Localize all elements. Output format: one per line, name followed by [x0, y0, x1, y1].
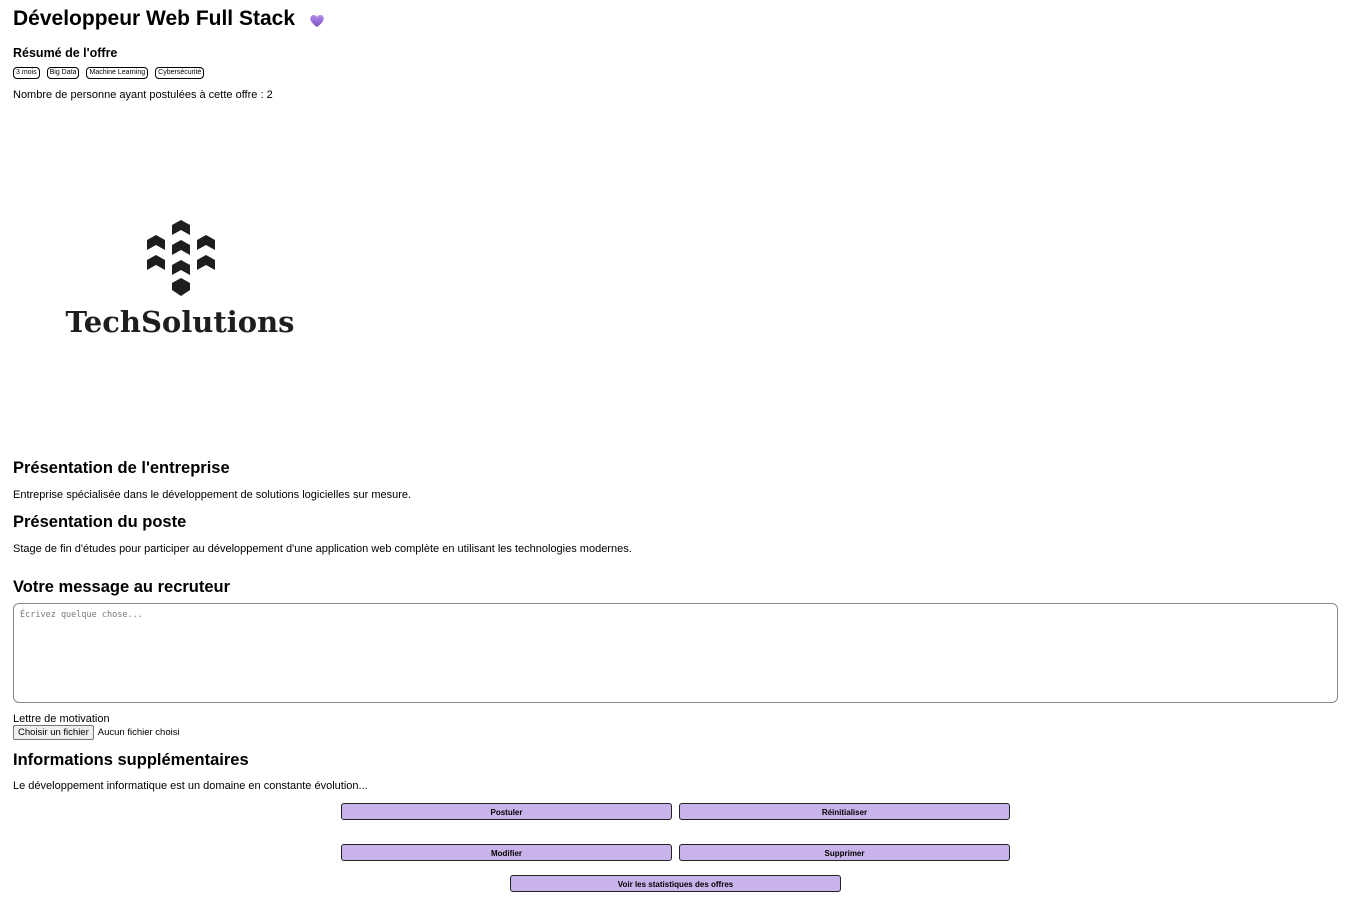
company-presentation-text: Entreprise spécialisée dans le développe…: [13, 489, 412, 501]
tag-big-data: Big Data: [46, 67, 80, 79]
choose-file-button[interactable]: Choisir un fichier: [13, 725, 94, 740]
company-logo-mark: [147, 220, 215, 296]
reset-button[interactable]: Réinitialiser: [679, 803, 1010, 820]
company-logo-text: TechSolutions: [65, 305, 295, 339]
message-textarea[interactable]: [13, 603, 1338, 703]
title-row: Développeur Web Full Stack: [13, 6, 325, 32]
apply-button[interactable]: Postuler: [341, 803, 672, 820]
motivation-file-input[interactable]: Choisir un fichier Aucun fichier choisi: [13, 725, 180, 740]
position-presentation-title: Présentation du poste: [13, 513, 187, 531]
tag-list: 3 mois Big Data Machine Learning Cybersé…: [13, 67, 205, 79]
stats-button[interactable]: Voir les statistiques des offres: [510, 875, 841, 892]
heart-icon[interactable]: [309, 13, 325, 29]
file-status: Aucun fichier choisi: [97, 727, 180, 738]
motivation-label: Lettre de motivation: [13, 713, 110, 725]
applicants-count: Nombre de personne ayant postulées à cet…: [13, 89, 273, 101]
summary-title: Résumé de l'offre: [13, 46, 118, 60]
job-title: Développeur Web Full Stack: [13, 7, 296, 30]
company-presentation-title: Présentation de l'entreprise: [13, 459, 230, 477]
position-presentation-text: Stage de fin d'études pour participer au…: [13, 543, 632, 555]
delete-button[interactable]: Supprimer: [679, 844, 1010, 861]
tag-machine-learning: Machine Learning: [86, 67, 149, 79]
edit-button[interactable]: Modifier: [341, 844, 672, 861]
tag-cybersecurity: Cybersécurité: [155, 67, 205, 79]
tag-duration: 3 mois: [13, 67, 40, 79]
message-title: Votre message au recruteur: [13, 578, 231, 596]
offer-page: Développeur Web Full Stack Résumé de l'o…: [0, 0, 1364, 898]
company-logo: TechSolutions: [60, 215, 300, 345]
extra-info-title: Informations supplémentaires: [13, 751, 249, 769]
extra-info-text: Le développement informatique est un dom…: [13, 780, 368, 792]
